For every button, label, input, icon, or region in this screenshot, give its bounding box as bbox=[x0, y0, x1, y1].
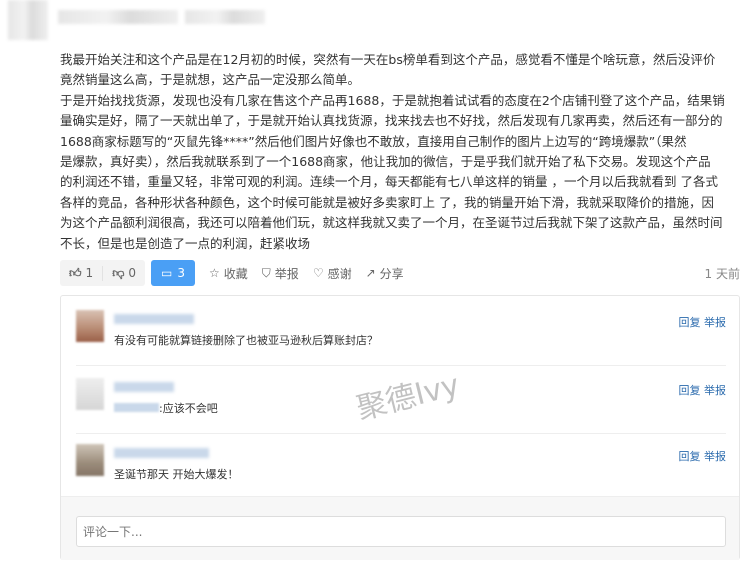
comment-button[interactable]: ▭ 3 bbox=[151, 260, 195, 286]
dislike-button[interactable]: 👎︎ 0 bbox=[102, 265, 145, 281]
username-blurred bbox=[114, 382, 174, 392]
text-line: 量确实是好，隔了一天就出单了，于是就开始认真找货源，找来找去也不好找，然后发现有… bbox=[60, 113, 723, 129]
report-button[interactable]: ⛉ 举报 bbox=[262, 265, 299, 282]
like-button[interactable]: 👍︎ 1 bbox=[60, 266, 102, 281]
mention-blurred bbox=[114, 403, 159, 412]
text-line: 竟然销量这么高，于是就想，这产品一定没那么简单。 bbox=[60, 72, 361, 88]
report-link[interactable]: 举报 bbox=[704, 384, 726, 397]
author-name-blurred bbox=[58, 10, 178, 24]
paragraph: 我最开始关注和这个产品是在12月初的时候，突然有一天在bs榜单看到这个产品，感觉… bbox=[60, 50, 750, 91]
collect-button[interactable]: ☆ 收藏 bbox=[209, 265, 248, 282]
text-line: 不长，但是也是创造了一点的利润，赶紧收场 bbox=[60, 235, 311, 251]
comment-item: :应该不会吧 回复 举报 bbox=[76, 378, 726, 434]
post-content: 我最开始关注和这个产品是在12月初的时候，突然有一天在bs榜单看到这个产品，感觉… bbox=[60, 50, 750, 254]
comment-icon: ▭ bbox=[161, 266, 173, 280]
avatar bbox=[76, 378, 104, 410]
comments-panel: 有没有可能就算链接删除了也被亚马逊秋后算账封店？ 回复 举报 :应该不会吧 回复… bbox=[60, 295, 740, 560]
text-line: 各样的竞品，各种形状各种颜色，这个时候可能就是被好多卖家盯上 了，我的销量开始下… bbox=[60, 194, 714, 210]
report-link[interactable]: 举报 bbox=[704, 316, 726, 329]
paragraph: 于是开始找找货源，发现也没有几家在售这个产品再1688，于是就抱着试试看的态度在… bbox=[60, 91, 750, 254]
text-line: 为这个产品额利润很高，我还可以陪着他们玩，就这样我就又卖了一个月，在圣诞节过后我… bbox=[60, 215, 723, 231]
shield-icon: ⛉ bbox=[261, 265, 271, 280]
report-link[interactable]: 举报 bbox=[704, 450, 726, 463]
username-blurred bbox=[114, 314, 194, 324]
thumbs-up-icon: 👍︎ bbox=[69, 265, 82, 280]
comment-input[interactable] bbox=[76, 516, 726, 547]
thumbs-down-icon: 👎︎ bbox=[112, 265, 125, 280]
avatar bbox=[76, 310, 104, 342]
comment-actions: 回复 举报 bbox=[679, 382, 727, 398]
star-icon: ☆ bbox=[209, 266, 220, 280]
comment-actions: 回复 举报 bbox=[679, 448, 727, 464]
text-line: 于是开始找找货源，发现也没有几家在售这个产品再1688，于是就抱着试试看的态度在… bbox=[60, 92, 725, 108]
author-avatar-blurred bbox=[8, 0, 48, 40]
comment-item: 有没有可能就算链接删除了也被亚马逊秋后算账封店？ 回复 举报 bbox=[76, 310, 726, 366]
comment-actions: 回复 举报 bbox=[679, 314, 727, 330]
thanks-button[interactable]: ♡ 感谢 bbox=[313, 265, 352, 282]
comment-text: 圣诞节那天 开始大爆发！ bbox=[114, 468, 239, 481]
comment-item: 圣诞节那天 开始大爆发！ 回复 举报 bbox=[76, 444, 726, 496]
comment-text: :应该不会吧 bbox=[114, 400, 218, 416]
heart-icon: ♡ bbox=[312, 266, 324, 280]
post-time: 1 天前 bbox=[704, 266, 740, 281]
action-bar: 👍︎ 1 👎︎ 0 ▭ 3 ☆ 收藏 ⛉ 举报 ♡ 感谢 ↗ 分享 1 天前 bbox=[60, 260, 740, 286]
author-meta-blurred bbox=[185, 10, 265, 24]
share-icon: ↗ bbox=[365, 266, 376, 280]
comment-footer bbox=[61, 496, 739, 560]
comment-text: 有没有可能就算链接删除了也被亚马逊秋后算账封店？ bbox=[114, 334, 378, 347]
text-line: 我最开始关注和这个产品是在12月初的时候，突然有一天在bs榜单看到这个产品，感觉… bbox=[60, 52, 716, 67]
username-blurred bbox=[114, 448, 209, 458]
reply-link[interactable]: 回复 bbox=[679, 384, 701, 397]
share-button[interactable]: ↗ 分享 bbox=[366, 265, 404, 282]
vote-group: 👍︎ 1 👎︎ 0 bbox=[60, 260, 146, 286]
text-line: 1688商家标题写的“灭鼠先锋****”然后他们图片好像也不敢放，直接用自己制作… bbox=[60, 133, 687, 149]
avatar bbox=[76, 444, 104, 476]
text-line: 的利润还不错，重量又轻，非常可观的利润。连续一个月，每天都能有七八单这样的销量 … bbox=[60, 174, 718, 190]
reply-link[interactable]: 回复 bbox=[679, 316, 701, 329]
reply-link[interactable]: 回复 bbox=[679, 450, 701, 463]
text-line: 是爆款，真好卖），然后我就联系到了一个1688商家，他让我加的微信，于是乎我们就… bbox=[60, 154, 711, 170]
